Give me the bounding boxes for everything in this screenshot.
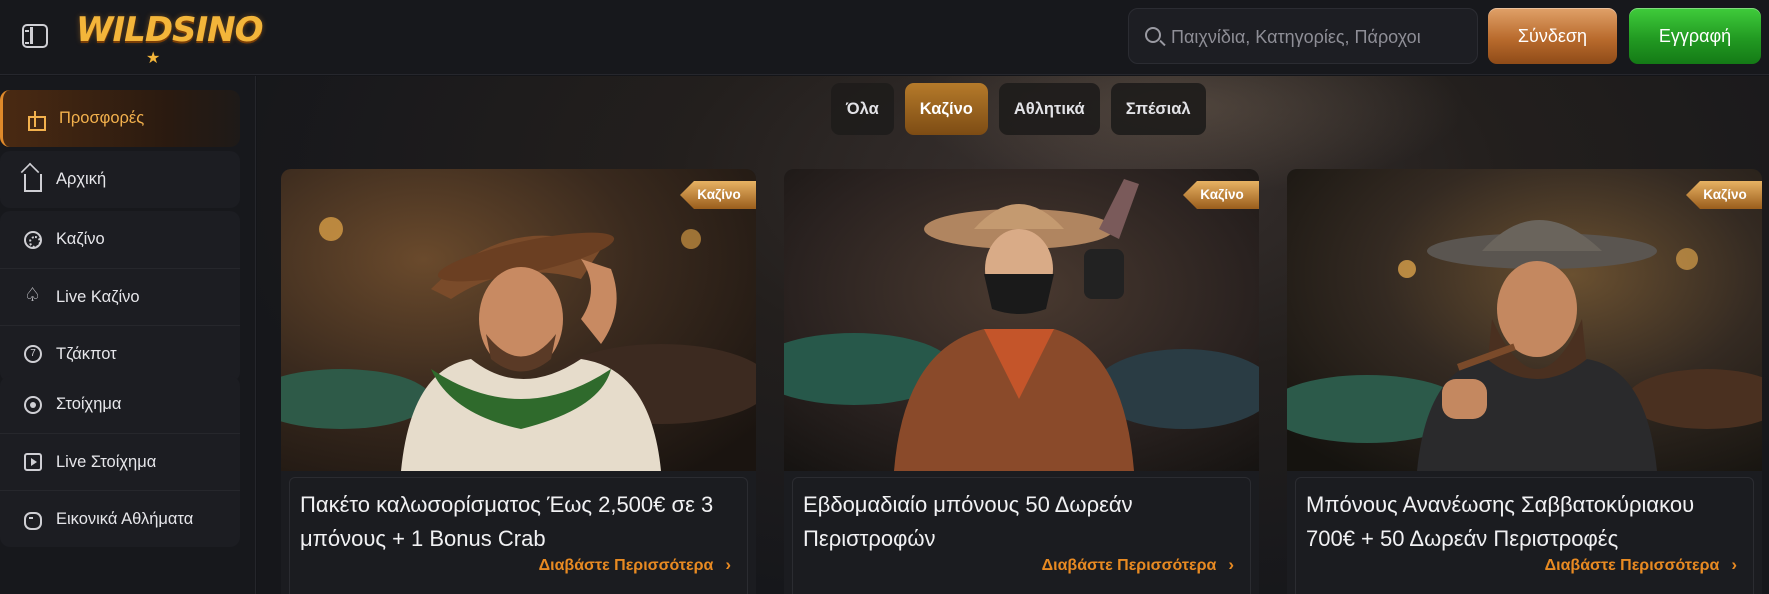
sidebar-item-jackpot[interactable]: 7 Τζάκποτ [0, 325, 240, 382]
tab-sports[interactable]: Αθλητικά [998, 83, 1100, 135]
promo-card-body: Πακέτο καλωσορίσματος Έως 2,500€ σε 3 μπ… [289, 477, 748, 594]
logo-star-icon: ★ [146, 50, 161, 67]
gamepad-icon [24, 511, 42, 530]
read-more-link[interactable]: Διαβάστε Περισσότερα › [539, 555, 731, 575]
promotions-content: Όλα Καζίνο Αθλητικά Σπέσιαλ Καζίνο Πακέτ… [257, 76, 1769, 594]
cowboy-green-scarf-illustration [281, 169, 756, 471]
category-badge: Καζίνο [1183, 181, 1259, 209]
top-header: WILDSINO ★ Σύνδεση Εγγραφή [0, 0, 1769, 75]
sidebar-group-home: Αρχική [0, 151, 240, 208]
sidebar-item-label: Αρχική [56, 170, 107, 188]
masked-cowboy-illustration [784, 169, 1259, 471]
sidebar-item-casino[interactable]: Καζίνο [0, 211, 240, 268]
sidebar-group-sports: Στοίχημα Live Στοίχημα Εικονικά Αθλήματα [0, 376, 240, 547]
sidebar-item-label: Live Στοίχημα [56, 452, 157, 471]
ball-icon [24, 395, 42, 414]
sidebar-item-label: Εικονικά Αθλήματα [56, 509, 194, 528]
sidebar: Προσφορές Αρχική Καζίνο Live Καζίνο 7 Τζ… [0, 76, 256, 594]
search-input[interactable] [1171, 23, 1461, 51]
sidebar-item-promotions[interactable]: Προσφορές [0, 90, 240, 147]
chip-icon [24, 230, 42, 249]
promo-card-body: Μπόνους Ανανέωσης Σαββατοκύριακου 700€ +… [1295, 477, 1754, 594]
tab-casino[interactable]: Καζίνο [904, 83, 988, 135]
read-more-link[interactable]: Διαβάστε Περισσότερα › [1042, 555, 1234, 575]
sidebar-item-label: Τζάκποτ [56, 344, 117, 363]
sidebar-item-live-casino[interactable]: Live Καζίνο [0, 268, 240, 325]
sidebar-group-casino: Καζίνο Live Καζίνο 7 Τζάκποτ [0, 211, 240, 382]
search-box[interactable] [1128, 8, 1478, 64]
promo-card-image: Καζίνο [1287, 169, 1762, 471]
search-icon [1145, 27, 1161, 43]
sidebar-item-label: Καζίνο [56, 230, 105, 248]
wildsino-logo[interactable]: WILDSINO ★ [76, 8, 264, 67]
login-button[interactable]: Σύνδεση [1488, 8, 1617, 64]
promo-title: Εβδομαδιαίο μπόνους 50 Δωρεάν Περιστροφώ… [803, 492, 1133, 551]
sidebar-item-home[interactable]: Αρχική [0, 151, 240, 208]
sidebar-item-label: Προσφορές [59, 109, 145, 127]
tab-specials[interactable]: Σπέσιαλ [1110, 83, 1206, 135]
tab-all[interactable]: Όλα [831, 83, 894, 135]
promo-card[interactable]: Καζίνο Μπόνους Ανανέωσης Σαββατοκύριακου… [1287, 169, 1762, 594]
read-more-label: Διαβάστε Περισσότερα [1544, 557, 1720, 574]
gift-icon [27, 110, 46, 131]
spade-icon [24, 284, 42, 307]
read-more-label: Διαβάστε Περισσότερα [538, 557, 714, 574]
promo-card[interactable]: Καζίνο Εβδομαδιαίο μπόνους 50 Δωρεάν Περ… [784, 169, 1259, 594]
sidebar-item-live-betting[interactable]: Live Στοίχημα [0, 433, 240, 490]
sidebar-item-label: Στοίχημα [56, 395, 122, 413]
register-button[interactable]: Εγγραφή [1629, 8, 1761, 64]
jackpot-icon: 7 [24, 345, 42, 363]
sidebar-item-label: Live Καζίνο [56, 287, 140, 306]
read-more-link[interactable]: Διαβάστε Περισσότερα › [1545, 555, 1737, 575]
home-icon [24, 174, 42, 192]
promo-card-image: Καζίνο [784, 169, 1259, 471]
sidebar-item-betting[interactable]: Στοίχημα [0, 376, 240, 433]
promo-title: Πακέτο καλωσορίσματος Έως 2,500€ σε 3 μπ… [300, 492, 714, 551]
category-badge: Καζίνο [1686, 181, 1762, 209]
logo-text: WILDSINO [76, 10, 264, 50]
sidebar-item-virtual-sports[interactable]: Εικονικά Αθλήματα [0, 490, 240, 547]
sidebar-toggle-icon[interactable] [22, 24, 48, 48]
promo-card-body: Εβδομαδιαίο μπόνους 50 Δωρεάν Περιστροφώ… [792, 477, 1251, 594]
chevron-right-icon: › [725, 555, 731, 574]
bearded-cowboy-illustration [1287, 169, 1762, 471]
read-more-label: Διαβάστε Περισσότερα [1041, 557, 1217, 574]
promo-card[interactable]: Καζίνο Πακέτο καλωσορίσματος Έως 2,500€ … [281, 169, 756, 594]
promo-filter-tabs: Όλα Καζίνο Αθλητικά Σπέσιαλ [831, 83, 1206, 135]
category-badge: Καζίνο [680, 181, 756, 209]
promo-title: Μπόνους Ανανέωσης Σαββατοκύριακου 700€ +… [1306, 492, 1695, 551]
play-icon [24, 453, 42, 471]
chevron-right-icon: › [1731, 555, 1737, 574]
chevron-right-icon: › [1228, 555, 1234, 574]
promo-card-image: Καζίνο [281, 169, 756, 471]
